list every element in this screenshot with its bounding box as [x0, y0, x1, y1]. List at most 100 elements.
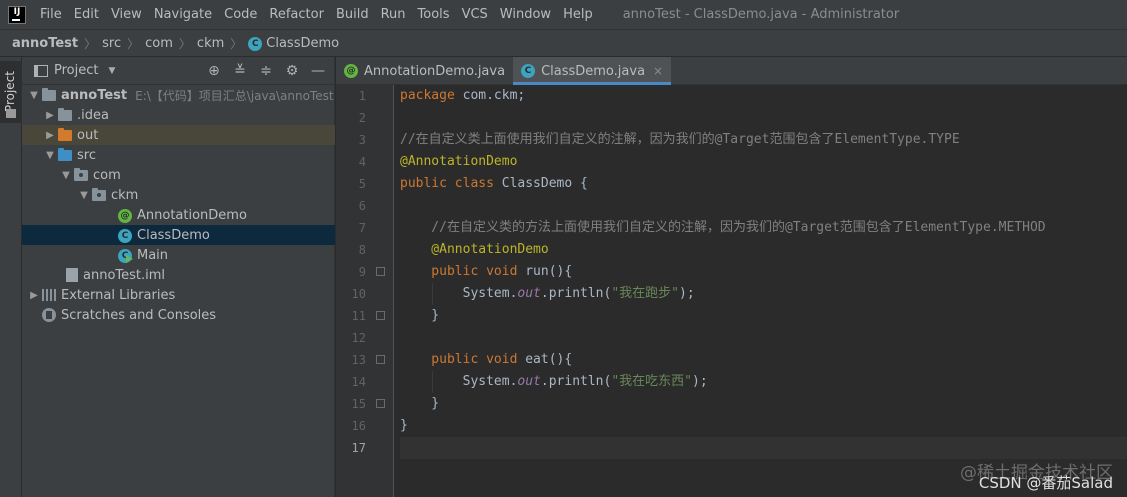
tree-item-label: annoTest [61, 87, 128, 103]
tree-item-main[interactable]: C Main [22, 245, 335, 265]
tree-item-label: ClassDemo [137, 227, 210, 243]
fold-marker-icon[interactable] [376, 399, 385, 408]
code-token: public void [400, 264, 518, 279]
tree-item-annotationdemo[interactable]: @ AnnotationDemo [22, 205, 335, 225]
code-token: com.ckm; [454, 88, 526, 103]
java-class-icon: C [118, 229, 132, 243]
menu-build[interactable]: Build [330, 0, 375, 29]
breadcrumb-classdemo[interactable]: ClassDemo [266, 36, 339, 51]
breadcrumb-ckm[interactable]: ckm [197, 36, 224, 51]
tree-item-label: Main [137, 247, 169, 263]
line-number: 15 [351, 397, 366, 411]
code-token: .println( [540, 374, 612, 389]
menu-help[interactable]: Help [557, 0, 599, 29]
tab-annotationdemo[interactable]: @ AnnotationDemo.java [336, 57, 513, 85]
tree-item-label: src [77, 147, 96, 163]
code-token: } [400, 418, 408, 433]
tree-item-scratches[interactable]: Scratches and Consoles [22, 305, 335, 325]
chevron-down-icon[interactable]: ▼ [78, 190, 90, 201]
tree-item-label: ckm [111, 187, 139, 203]
code-token: System. [400, 374, 518, 389]
chevron-down-icon[interactable]: ▼ [28, 90, 40, 101]
fold-marker-icon[interactable] [376, 311, 385, 320]
menu-window[interactable]: Window [494, 0, 557, 29]
annotation-icon: @ [118, 209, 132, 223]
project-tree: ▼ annoTest E:\【代码】项目汇总\java\annoTest ▶ .… [22, 85, 335, 325]
menu-vcs[interactable]: VCS [456, 0, 494, 29]
code-line: System.out.println("我在吃东西"); [400, 371, 1127, 393]
tree-item-label: out [77, 127, 99, 143]
chevron-down-icon[interactable]: ▼ [60, 170, 72, 181]
chevron-right-icon[interactable]: ▶ [28, 290, 40, 301]
code-token: package [400, 88, 455, 103]
line-number: 8 [358, 243, 366, 257]
tree-item-annotest[interactable]: ▼ annoTest E:\【代码】项目汇总\java\annoTest [22, 85, 335, 105]
expand-all-icon[interactable]: ≚ [232, 63, 248, 79]
project-panel-title[interactable]: Project [54, 63, 98, 78]
code-token: eat [517, 352, 549, 367]
chevron-right-icon[interactable]: ▶ [44, 110, 56, 121]
line-number: 5 [358, 177, 366, 191]
code-line: public void run(){ [400, 261, 1127, 283]
structure-tool-icon[interactable] [6, 109, 16, 118]
code-token: //在自定义类的方法上面使用我们自定义的注解，因为我们的@Target范围包含了… [400, 220, 1046, 235]
code-token: .println( [540, 286, 612, 301]
project-panel: Project ▼ ⊕ ≚ ≑ ⚙ — ▼ annoTest E:\【代码】项目… [22, 57, 335, 497]
module-folder-icon [42, 88, 56, 101]
fold-marker-icon[interactable] [376, 355, 385, 364]
minimize-icon[interactable]: — [310, 63, 326, 79]
code-area[interactable]: package com.ckm; //在自定义类上面使用我们自定义的注解，因为我… [400, 85, 1127, 459]
tree-item-src[interactable]: ▼ src [22, 145, 335, 165]
project-tool-label: Project [3, 71, 17, 113]
tree-item-idea[interactable]: ▶ .idea [22, 105, 335, 125]
gear-icon[interactable]: ⚙ [284, 63, 300, 79]
window-title: annoTest - ClassDemo.java - Administrato… [622, 7, 900, 22]
intellij-logo-icon: IJ [8, 5, 26, 24]
chevron-down-icon[interactable]: ▼ [108, 66, 115, 76]
line-number: 1 [358, 89, 366, 103]
tree-item-classdemo[interactable]: C ClassDemo [22, 225, 335, 245]
tab-classdemo[interactable]: C ClassDemo.java × [513, 57, 672, 85]
close-icon[interactable]: × [653, 64, 663, 78]
tree-item-com[interactable]: ▼ com [22, 165, 335, 185]
code-editor[interactable]: 1 2 3 4 5 6 7 8 9 10 11 12 13 14 15 16 1… [336, 85, 1127, 497]
line-number: 12 [351, 331, 366, 345]
watermark-csdn: CSDN @番茄Salad [978, 474, 1113, 492]
code-token: @AnnotationDemo [400, 154, 518, 169]
code-line-current [400, 437, 1127, 459]
menu-edit[interactable]: Edit [68, 0, 105, 29]
tree-item-out[interactable]: ▶ out [22, 125, 335, 145]
locate-icon[interactable]: ⊕ [206, 63, 222, 79]
code-token: public class [400, 176, 494, 191]
tree-item-ckm[interactable]: ▼ ckm [22, 185, 335, 205]
code-token: //在自定义类上面使用我们自定义的注解，因为我们的@Target范围包含了Ele… [400, 132, 960, 147]
chevron-right-icon: 〉 [230, 36, 243, 51]
code-token: run [517, 264, 549, 279]
code-token: public void [400, 352, 518, 367]
run-badge-icon [126, 255, 133, 263]
menu-navigate[interactable]: Navigate [148, 0, 218, 29]
left-tool-strip: Project [0, 57, 22, 497]
menu-tools[interactable]: Tools [412, 0, 456, 29]
tree-item-annotest-iml[interactable]: annoTest.iml [22, 265, 335, 285]
breadcrumb-com[interactable]: com [145, 36, 173, 51]
code-token: ClassDemo { [493, 176, 588, 191]
breadcrumb-src[interactable]: src [102, 36, 121, 51]
menu-code[interactable]: Code [218, 0, 263, 29]
menu-view[interactable]: View [105, 0, 148, 29]
code-token: ); [692, 374, 708, 389]
code-line: System.out.println("我在跑步"); [400, 283, 1127, 305]
tree-item-external-libraries[interactable]: ▶ External Libraries [22, 285, 335, 305]
collapse-all-icon[interactable]: ≑ [258, 63, 274, 79]
line-number: 16 [351, 419, 366, 433]
breadcrumb-project[interactable]: annoTest [12, 36, 78, 51]
menu-run[interactable]: Run [375, 0, 412, 29]
chevron-down-icon[interactable]: ▼ [44, 150, 56, 161]
menu-file[interactable]: File [34, 0, 68, 29]
project-path: E:\【代码】项目汇总\java\annoTest [135, 88, 334, 103]
menu-refactor[interactable]: Refactor [263, 0, 330, 29]
chevron-right-icon[interactable]: ▶ [44, 130, 56, 141]
fold-marker-icon[interactable] [376, 267, 385, 276]
line-number: 13 [351, 353, 366, 367]
